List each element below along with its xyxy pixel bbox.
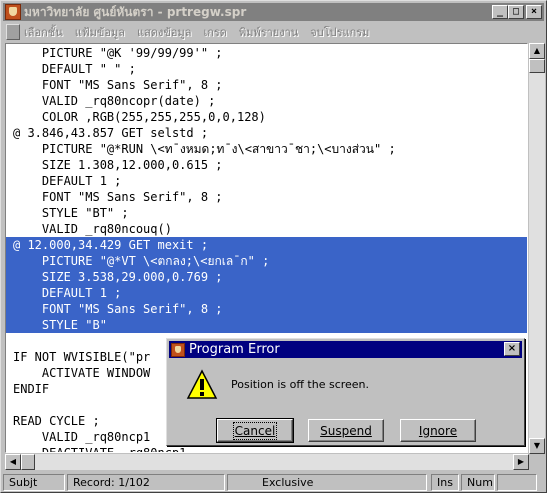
code-line-selected[interactable]: SIZE 3.538,29.000,0.769 ; <box>6 269 527 285</box>
warning-icon <box>186 369 218 399</box>
code-line[interactable]: SIZE 1.308,12.000,0.615 ; <box>6 157 527 173</box>
code-line[interactable]: STYLE "BT" ; <box>6 205 527 221</box>
code-line-selected[interactable]: @ 12.000,34.429 GET mexit ; <box>6 237 527 253</box>
status-ins: Ins <box>431 473 459 491</box>
maximize-button[interactable]: □ <box>508 5 524 19</box>
status-empty-panel <box>497 473 537 491</box>
menu-grip-icon <box>6 24 20 40</box>
ignore-button[interactable]: Ignore <box>400 419 476 442</box>
dialog-message: Position is off the screen. <box>231 378 370 391</box>
code-line-selected[interactable]: STYLE "B" <box>6 317 527 333</box>
code-line[interactable]: VALID _rq80ncouq() <box>6 221 527 237</box>
status-mode: Exclusive <box>227 473 427 491</box>
main-window: มหาวิทยาลัย ศูนย์หันตรา - prtregw.spr _ … <box>0 0 547 493</box>
code-line[interactable]: VALID _rq80ncopr(date) ; <box>6 93 527 109</box>
minimize-button[interactable]: _ <box>492 5 508 19</box>
suspend-button-label: Suspend <box>320 423 372 438</box>
dialog-title: Program Error <box>189 342 280 357</box>
code-line-selected[interactable]: DEFAULT 1 ; <box>6 285 527 301</box>
scroll-down-icon[interactable]: ▼ <box>529 438 545 454</box>
menu-item-data-file[interactable]: แฟ้มข้อมูล <box>75 23 125 41</box>
code-line[interactable]: DEFAULT " " ; <box>6 61 527 77</box>
menu-bar: เลือกชั้น แฟ้มข้อมูล แสดงข้อมูล เกรด พิม… <box>3 22 544 42</box>
code-line[interactable]: @ 3.846,43.857 GET selstd ; <box>6 125 527 141</box>
menu-item-grade[interactable]: เกรด <box>203 23 226 41</box>
code-line[interactable]: FONT "MS Sans Serif", 8 ; <box>6 189 527 205</box>
code-line[interactable]: DEFAULT 1 ; <box>6 173 527 189</box>
code-line[interactable]: PICTURE "@K '99/99/99'" ; <box>6 45 527 61</box>
fox-icon <box>171 342 185 357</box>
menu-item-print-report[interactable]: พิมพ์รายงาน <box>239 23 298 41</box>
status-record: Record: 1/102 <box>67 473 225 491</box>
program-error-dialog: Program Error × Position is off the scre… <box>166 338 525 446</box>
scroll-left-icon[interactable]: ◀ <box>5 454 21 470</box>
menu-item-show-data[interactable]: แสดงข้อมูล <box>137 23 191 41</box>
scroll-right-icon[interactable]: ▶ <box>513 454 529 470</box>
horizontal-scroll-thumb[interactable] <box>21 454 35 470</box>
cancel-button[interactable]: Cancel <box>216 418 294 443</box>
code-line[interactable]: FONT "MS Sans Serif", 8 ; <box>6 77 527 93</box>
vertical-scroll-thumb[interactable] <box>529 59 545 73</box>
cancel-button-label: Cancel <box>232 421 278 440</box>
dialog-title-bar[interactable]: Program Error × <box>169 341 522 358</box>
window-title: มหาวิทยาลัย ศูนย์หันตรา - prtregw.spr <box>24 4 247 19</box>
horizontal-scrollbar[interactable]: ◀ ▶ <box>5 454 529 470</box>
window-controls: _ □ × <box>492 5 542 19</box>
title-bar[interactable]: มหาวิทยาลัย ศูนย์หันตรา - prtregw.spr _ … <box>3 3 544 21</box>
code-line[interactable]: PICTURE "@*RUN \<ท¯งหมด;ท¯ง\<สาขาว¯ชา;\<… <box>6 141 527 157</box>
close-button[interactable]: × <box>526 5 542 19</box>
status-bar: Subjt Record: 1/102 Exclusive Ins Num <box>3 472 544 492</box>
suspend-button[interactable]: Suspend <box>308 419 384 442</box>
ignore-button-label: Ignore <box>418 423 458 438</box>
code-line[interactable]: COLOR ,RGB(255,255,255,0,0,128) <box>6 109 527 125</box>
status-num: Num <box>461 473 495 491</box>
menu-item-select-class[interactable]: เลือกชั้น <box>24 23 63 41</box>
code-line-selected[interactable]: FONT "MS Sans Serif", 8 ; <box>6 301 527 317</box>
status-subject: Subjt <box>3 473 65 491</box>
code-line[interactable]: DEACTIVATE _rq80ncp1 <box>6 445 527 452</box>
vertical-scrollbar[interactable]: ▲ ▼ <box>529 43 545 454</box>
menu-item-exit-program[interactable]: จบโปรแกรม <box>310 23 369 41</box>
scroll-up-icon[interactable]: ▲ <box>529 43 545 59</box>
dialog-close-button[interactable]: × <box>504 342 520 356</box>
fox-icon[interactable] <box>5 4 21 20</box>
code-line-selected[interactable]: PICTURE "@*VT \<ตกลง;\<ยกเล¯ก" ; <box>6 253 527 269</box>
